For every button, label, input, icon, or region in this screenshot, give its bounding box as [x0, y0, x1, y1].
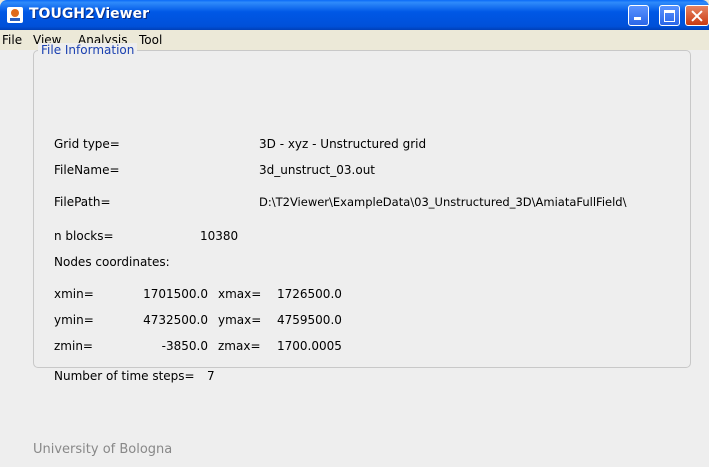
title-bar[interactable]: TOUGH2Viewer — [0, 0, 709, 30]
window-title: TOUGH2Viewer — [29, 6, 149, 22]
time-steps-label: Number of time steps= — [54, 369, 195, 383]
nodes-coordinates-label: Nodes coordinates: — [54, 255, 170, 269]
zmin-value: -3850.0 — [161, 339, 208, 353]
xmin-value: 1701500.0 — [143, 287, 208, 301]
status-bar: University of Bologna — [0, 433, 709, 467]
menu-file[interactable]: File — [2, 33, 22, 47]
zmin-label: zmin= — [54, 339, 93, 353]
grid-type-value: 3D - xyz - Unstructured grid — [259, 137, 427, 151]
minimize-button[interactable] — [628, 5, 649, 26]
xmin-label: xmin= — [54, 287, 94, 301]
grid-type-label: Grid type= — [54, 137, 120, 151]
ymin-label: ymin= — [54, 313, 94, 327]
maximize-button[interactable] — [659, 5, 680, 26]
filepath-label: FilePath= — [54, 195, 111, 209]
close-button[interactable] — [685, 5, 709, 26]
filename-label: FileName= — [54, 163, 120, 177]
xmax-label: xmax= — [218, 287, 262, 301]
menu-tool[interactable]: Tool — [139, 33, 162, 47]
nblocks-label: n blocks= — [54, 229, 114, 243]
nblocks-value: 10380 — [200, 229, 239, 243]
group-title: File Information — [38, 43, 138, 57]
time-steps-value: 7 — [207, 369, 215, 383]
ymax-value: 4759500.0 — [277, 313, 342, 327]
filename-value: 3d_unstruct_03.out — [259, 163, 375, 177]
filepath-value: D:\T2Viewer\ExampleData\03_Unstructured_… — [259, 195, 627, 209]
ymin-value: 4732500.0 — [143, 313, 208, 327]
status-text: University of Bologna — [33, 442, 173, 457]
zmax-label: zmax= — [218, 339, 261, 353]
xmax-value: 1726500.0 — [277, 287, 342, 301]
zmax-value: 1700.0005 — [277, 339, 342, 353]
java-app-icon — [7, 7, 23, 23]
ymax-label: ymax= — [218, 313, 262, 327]
